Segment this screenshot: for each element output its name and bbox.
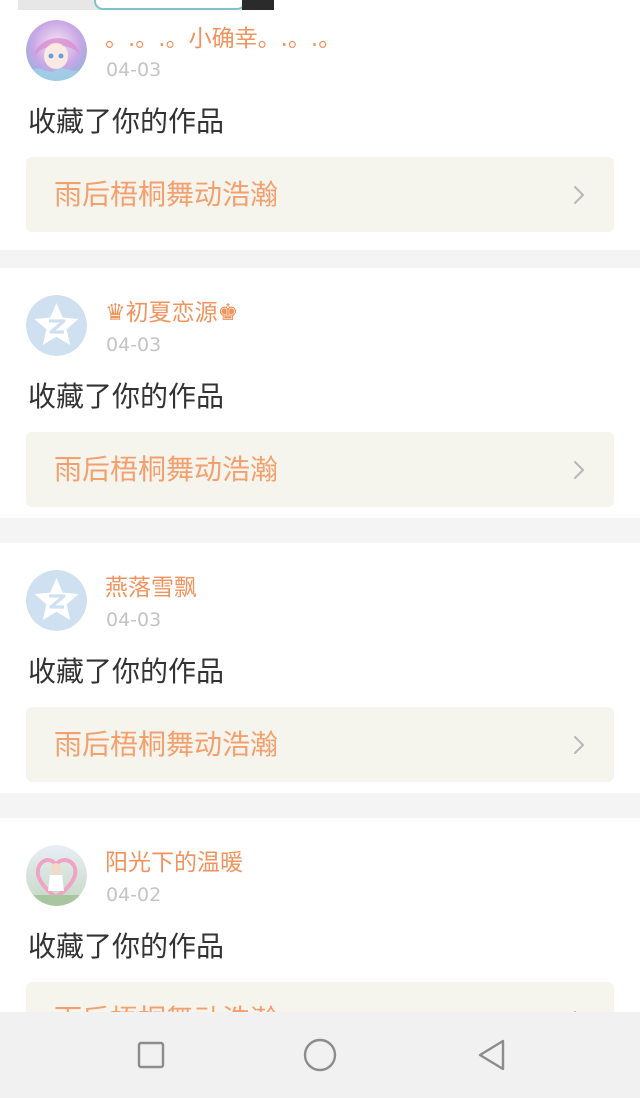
partial-dark-block: [242, 0, 274, 10]
triangle-back-icon[interactable]: [468, 1032, 514, 1078]
work-link-card[interactable]: 雨后梧桐舞动浩瀚: [26, 707, 614, 782]
user-name[interactable]: ♛初夏恋源♚: [105, 296, 238, 330]
work-title: 雨后梧桐舞动浩瀚: [54, 453, 279, 486]
system-navigation-bar: [0, 1012, 640, 1098]
circle-icon[interactable]: [297, 1032, 343, 1078]
feed-item: ♛初夏恋源♚ 04-03 收藏了你的作品 雨后梧桐舞动浩瀚: [0, 268, 640, 518]
feed-item: 阳光下的温暖 04-02 收藏了你的作品 雨后梧桐舞动浩瀚: [0, 818, 640, 1012]
work-title: 雨后梧桐舞动浩瀚: [54, 1000, 278, 1012]
default-star-avatar-icon[interactable]: [26, 570, 87, 631]
anime-girl-avatar-icon[interactable]: [26, 20, 87, 81]
activity-text: 收藏了你的作品: [28, 105, 225, 138]
photo-avatar-icon[interactable]: [26, 845, 87, 906]
work-link-card[interactable]: 雨后梧桐舞动浩瀚: [26, 982, 614, 1012]
timestamp: 04-03: [106, 334, 162, 356]
default-star-avatar-icon[interactable]: [26, 295, 87, 356]
notification-page: 。.。.。小确幸。.。.。 04-03 收藏了你的作品 雨后梧桐舞动浩瀚 ♛初夏…: [0, 0, 640, 1098]
top-partial-image: [18, 0, 274, 10]
work-title: 雨后梧桐舞动浩瀚: [54, 728, 279, 761]
chevron-right-icon: [573, 735, 585, 755]
chevron-right-icon: [573, 460, 585, 480]
user-name[interactable]: 燕落雪飘: [105, 571, 197, 605]
work-link-card[interactable]: 雨后梧桐舞动浩瀚: [26, 432, 614, 507]
activity-text: 收藏了你的作品: [28, 380, 225, 413]
timestamp: 04-03: [106, 609, 162, 631]
timestamp: 04-02: [106, 884, 162, 906]
work-title: 雨后梧桐舞动浩瀚: [54, 178, 279, 211]
partial-pill: [94, 0, 246, 10]
feed-item: 燕落雪飘 04-03 收藏了你的作品 雨后梧桐舞动浩瀚: [0, 543, 640, 793]
user-name[interactable]: 。.。.。小确幸。.。.。: [105, 22, 341, 56]
timestamp: 04-03: [106, 59, 162, 81]
work-link-card[interactable]: 雨后梧桐舞动浩瀚: [26, 157, 614, 232]
user-name[interactable]: 阳光下的温暖: [105, 846, 243, 880]
favorites-feed[interactable]: 。.。.。小确幸。.。.。 04-03 收藏了你的作品 雨后梧桐舞动浩瀚 ♛初夏…: [0, 0, 640, 1012]
activity-text: 收藏了你的作品: [28, 930, 225, 963]
chevron-right-icon: [573, 185, 585, 205]
activity-text: 收藏了你的作品: [28, 655, 225, 688]
feed-item: 。.。.。小确幸。.。.。 04-03 收藏了你的作品 雨后梧桐舞动浩瀚: [0, 0, 640, 250]
square-icon[interactable]: [128, 1032, 174, 1078]
